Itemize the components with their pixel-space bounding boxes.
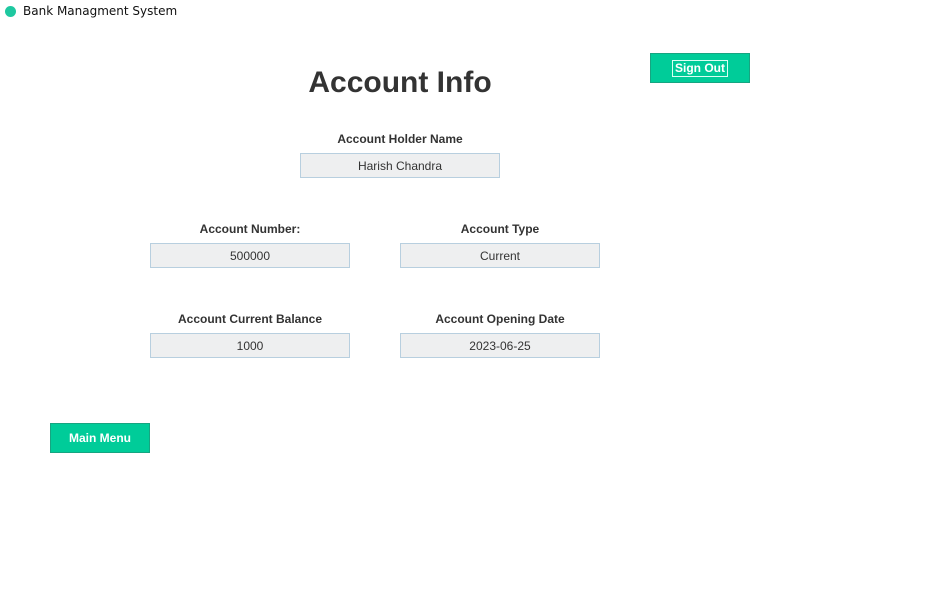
window-title: Bank Managment System [23, 4, 178, 18]
page-title: Account Info [308, 66, 492, 99]
account-number-field[interactable]: 500000 [150, 243, 350, 268]
holder-name-field[interactable]: Harish Chandra [300, 153, 500, 178]
app-logo-icon [5, 6, 16, 17]
main-menu-button[interactable]: Main Menu [50, 423, 150, 453]
title-bar: Bank Managment System [0, 0, 941, 24]
account-type-field[interactable]: Current [400, 243, 600, 268]
account-number-label: Account Number: [199, 222, 301, 236]
opening-date-label: Account Opening Date [435, 312, 565, 326]
holder-name-label: Account Holder Name [337, 132, 463, 146]
sign-out-label: Sign Out [672, 59, 728, 77]
sign-out-button[interactable]: Sign Out [650, 53, 750, 83]
account-type-label: Account Type [460, 222, 540, 236]
current-balance-field[interactable]: 1000 [150, 333, 350, 358]
current-balance-label: Account Current Balance [177, 312, 323, 326]
opening-date-field[interactable]: 2023-06-25 [400, 333, 600, 358]
app-window: Bank Managment System Account Info Sign … [0, 0, 941, 593]
